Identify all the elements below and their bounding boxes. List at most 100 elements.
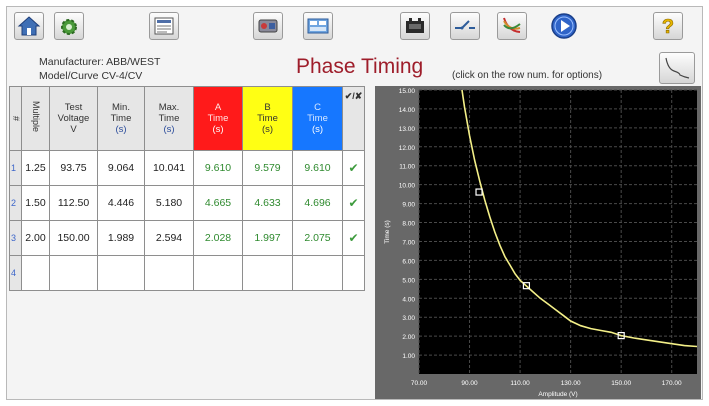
y-tick-label: 3.00 <box>402 315 415 322</box>
cell-max-time: 2.594 <box>144 220 194 256</box>
x-tick-label: 150.00 <box>611 380 631 387</box>
home-button[interactable] <box>14 12 44 40</box>
timing-table: # Multiple Test Voltage V Min. Time (s) … <box>9 86 365 291</box>
cell-max-time: 10.041 <box>144 150 194 186</box>
cell-a-time <box>193 255 243 291</box>
cell-c-time: 4.696 <box>292 185 343 221</box>
help-button[interactable]: ? <box>653 12 683 40</box>
row-number[interactable]: 1 <box>9 150 22 186</box>
cell-b-time <box>242 255 293 291</box>
relay-icon <box>258 19 278 33</box>
pass-check-icon: ✔ <box>342 220 365 256</box>
relay-test-button[interactable] <box>253 12 283 40</box>
y-tick-label: 12.00 <box>399 145 416 152</box>
cell-b-time: 1.997 <box>242 220 293 256</box>
settings-button[interactable] <box>54 12 84 40</box>
col-b-l1: B <box>264 102 271 113</box>
home-icon <box>17 16 41 36</box>
col-header-pass: ✔/✘ <box>342 86 365 151</box>
col-c-l1: C <box>314 102 321 113</box>
cell-max-time: 5.180 <box>144 185 194 221</box>
table-row: 4 <box>9 255 365 291</box>
cell-multiple[interactable]: 2.00 <box>21 220 50 256</box>
cell-test-voltage[interactable] <box>49 255 98 291</box>
y-tick-label: 2.00 <box>402 334 415 341</box>
switch-icon <box>455 20 475 30</box>
cell-multiple[interactable] <box>21 255 50 291</box>
model-label-text: Model/Curve <box>39 70 99 82</box>
curve-view-button[interactable] <box>659 52 695 84</box>
timing-curves-button[interactable] <box>497 12 527 40</box>
row-number[interactable]: 2 <box>9 185 22 221</box>
test-sheet-button[interactable] <box>303 12 333 40</box>
manufacturer-value: ABB/WEST <box>106 56 161 68</box>
cell-c-time <box>292 255 343 291</box>
x-axis-label: Amplitude (V) <box>538 391 577 398</box>
col-c-l2: Time <box>307 113 328 124</box>
battery-button[interactable] <box>400 12 430 40</box>
col-max-l1: Max. <box>158 102 180 113</box>
col-min-l2: Time <box>110 113 132 124</box>
col-header-test-voltage: Test Voltage V <box>49 86 98 151</box>
cell-c-time: 9.610 <box>292 150 343 186</box>
cell-b-time: 9.579 <box>242 150 293 186</box>
y-tick-label: 7.00 <box>402 239 415 246</box>
y-tick-label: 6.00 <box>402 258 415 265</box>
x-tick-label: 110.00 <box>510 380 530 387</box>
svg-text:?: ? <box>662 16 674 38</box>
manufacturer-label: Manufacturer: ABB/WEST <box>39 56 160 68</box>
page-title: Phase Timing <box>296 55 424 78</box>
col-voltage-l1: Test <box>64 102 83 113</box>
cell-a-time: 4.665 <box>193 185 243 221</box>
y-tick-label: 15.00 <box>399 88 416 95</box>
cell-min-time: 9.064 <box>97 150 145 186</box>
play-button[interactable] <box>549 12 579 40</box>
y-tick-label: 5.00 <box>402 277 415 284</box>
pass-check-icon: ✔ <box>342 185 365 221</box>
play-icon <box>551 13 577 39</box>
col-min-l1: Min. <box>112 102 130 113</box>
table-row: 3 2.00 150.00 1.989 2.594 2.028 1.997 2.… <box>9 220 365 256</box>
cell-test-voltage[interactable]: 150.00 <box>49 220 98 256</box>
cell-multiple[interactable]: 1.25 <box>21 150 50 186</box>
cell-c-time: 2.075 <box>292 220 343 256</box>
cell-test-voltage[interactable]: 112.50 <box>49 185 98 221</box>
cell-a-time: 9.610 <box>193 150 243 186</box>
pass-check-icon <box>342 255 365 291</box>
col-b-unit: (s) <box>261 124 274 135</box>
test-report-button[interactable] <box>149 12 179 40</box>
cell-multiple[interactable]: 1.50 <box>21 185 50 221</box>
col-header-num: # <box>9 86 22 151</box>
breaker-button[interactable] <box>450 12 480 40</box>
row-number[interactable]: 3 <box>9 220 22 256</box>
col-a-unit: (s) <box>212 124 224 135</box>
y-tick-label: 11.00 <box>399 164 415 171</box>
y-tick-label: 10.00 <box>399 183 416 190</box>
col-header-multiple: Multiple <box>21 86 50 151</box>
y-tick-label: 8.00 <box>402 221 415 228</box>
col-header-min-time: Min. Time (s) <box>97 86 145 151</box>
model-value: CV-4/CV <box>101 70 143 82</box>
y-axis-label: Time (s) <box>384 220 391 244</box>
row-number[interactable]: 4 <box>9 255 22 291</box>
col-num-label: # <box>11 115 21 121</box>
col-c-unit: (s) <box>311 124 324 135</box>
y-tick-label: 1.00 <box>402 353 415 360</box>
x-tick-label: 90.00 <box>461 380 478 387</box>
manufacturer-label-text: Manufacturer: <box>39 56 104 68</box>
col-pass-label: ✔/✘ <box>344 91 363 101</box>
col-header-a-time: A Time (s) <box>193 86 243 151</box>
cell-min-time <box>97 255 145 291</box>
battery-icon <box>406 18 424 33</box>
col-multiple-label: Multiple <box>31 101 41 133</box>
cell-test-voltage[interactable]: 93.75 <box>49 150 98 186</box>
report-icon <box>154 17 174 35</box>
row-options-hint: (click on the row num. for options) <box>452 70 603 81</box>
col-header-max-time: Max. Time (s) <box>144 86 194 151</box>
gear-icon <box>61 19 77 35</box>
cell-a-time: 2.028 <box>193 220 243 256</box>
y-tick-label: 4.00 <box>402 296 415 303</box>
x-tick-label: 170.00 <box>662 380 682 387</box>
cell-min-time: 1.989 <box>97 220 145 256</box>
timing-curve-chart: 1.00 2.00 3.00 4.00 5.00 6.00 7.00 8.00 9.00 10.0… <box>375 86 701 399</box>
